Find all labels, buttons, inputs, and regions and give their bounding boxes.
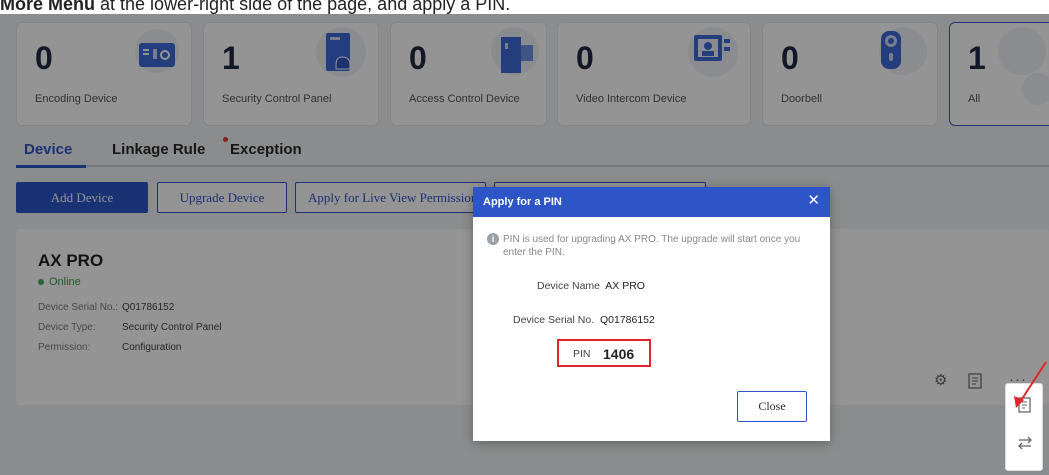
close-icon[interactable]: ✕	[807, 193, 820, 209]
device-serial-field: Device Serial No. Q01786152	[513, 314, 655, 326]
info-icon: i	[487, 233, 499, 245]
instruction-caption: More Menu at the lower-right side of the…	[0, 0, 1049, 14]
pin-value: 1406	[603, 346, 635, 362]
dialog-title: Apply for a PIN	[483, 196, 562, 208]
serial-value: Q01786152	[599, 314, 655, 326]
dialog-header: Apply for a PIN ✕	[473, 187, 830, 217]
red-arrow-annotation	[1014, 361, 1047, 408]
caption-bold-text: More Menu	[0, 0, 96, 14]
info-text: PIN is used for upgrading AX PRO. The up…	[503, 234, 801, 258]
serial-label: Device Serial No.	[513, 314, 595, 326]
apply-pin-dialog: Apply for a PIN ✕ i PIN is used for upgr…	[473, 187, 830, 441]
pin-label: PIN	[573, 348, 591, 360]
close-button[interactable]: Close	[737, 391, 807, 422]
pin-highlight-box: PIN 1406	[557, 339, 651, 367]
transfer-icon[interactable]	[1016, 434, 1034, 452]
device-name-label: Device Name	[537, 280, 601, 292]
device-name-field: Device Name AX PRO	[537, 280, 645, 292]
caption-text: at the lower-right side of the page, and…	[95, 0, 511, 14]
device-name-value: AX PRO	[605, 280, 645, 292]
info-message: i PIN is used for upgrading AX PRO. The …	[487, 233, 819, 259]
